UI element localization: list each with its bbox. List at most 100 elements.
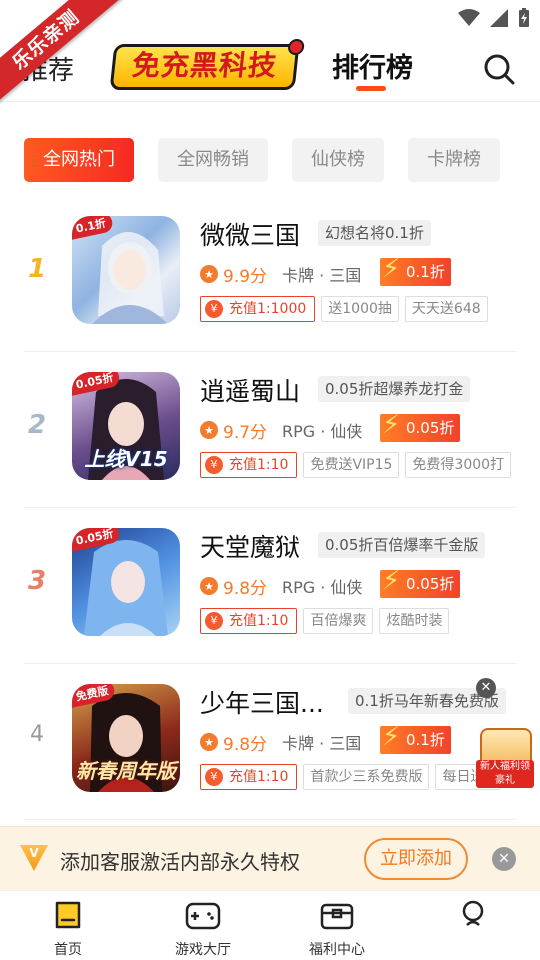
nav-welfare-center[interactable]: 福利中心: [292, 897, 382, 959]
nav-label: 福利中心: [309, 942, 365, 958]
rating-score: 9.8分: [223, 734, 268, 755]
game-genre: RPG · 仙侠: [282, 422, 363, 441]
star-icon: ★: [200, 733, 218, 751]
recharge-ratio-tag: ¥ 充值1:10: [200, 608, 298, 634]
recharge-text: 充值1:1000: [229, 301, 307, 317]
rank-number: 1: [27, 254, 47, 284]
recharge-text: 充值1:10: [229, 769, 289, 785]
service-banner: V 添加客服激活内部永久特权 立即添加 ✕: [0, 826, 540, 890]
game-genre: 卡牌 · 三国: [282, 266, 362, 285]
star-icon: ★: [200, 421, 218, 439]
bottom-navigation: 首页 游戏大厅 福利中心: [0, 890, 540, 960]
game-icon[interactable]: 0.05折: [72, 528, 180, 636]
tag-list: ¥ 充值1:10 百倍爆爽 炫酷时装: [200, 608, 450, 634]
feature-tag: 炫酷时装: [379, 608, 450, 634]
game-title: 天堂魔狱: [200, 533, 301, 562]
feature-tag: 送1000抽: [321, 296, 399, 322]
rank-number: 2: [27, 410, 47, 440]
vip-v-icon: V: [20, 845, 48, 871]
nav-label: 游戏大厅: [175, 942, 231, 958]
star-icon: ★: [200, 265, 218, 283]
game-icon[interactable]: 0.1折: [72, 216, 180, 324]
nav-home[interactable]: 首页: [23, 897, 113, 959]
ranking-filter-chips: 全网热门 全网畅销 仙侠榜 卡牌榜: [24, 138, 500, 182]
chip-hot[interactable]: 全网热门: [24, 138, 134, 182]
corner-ribbon: 乐乐亲测: [0, 0, 150, 110]
game-row[interactable]: 4 免费版 新春周年版 少年三国... 0.1折马年新春免费版 ★ 9.8分 卡…: [24, 664, 516, 820]
discount-badge: ⚡ 0.05折: [380, 410, 461, 442]
rank-number: 3: [27, 566, 47, 596]
banner-text: 添加客服激活内部永久特权: [60, 850, 300, 874]
game-row[interactable]: 2 0.05折 上线V15 逍遥蜀山 0.05折超爆养龙打金 ★ 9.7分 RP…: [24, 352, 516, 508]
profile-icon: [462, 900, 484, 926]
lightning-icon: ⚡: [382, 254, 401, 284]
nav-game-hall[interactable]: 游戏大厅: [158, 897, 248, 959]
lightning-icon: ⚡: [382, 566, 401, 596]
tag-list: ¥ 充值1:10 免费送VIP15 免费得3000打: [200, 452, 512, 478]
discount-badge: ⚡ 0.1折: [380, 722, 451, 754]
chip-card[interactable]: 卡牌榜: [408, 138, 500, 182]
feature-tag: 百倍爆爽: [303, 608, 374, 634]
rating: ★ 9.9分: [200, 262, 268, 287]
promo-label: 0.05折超爆养龙打金: [318, 376, 471, 402]
home-icon: [55, 901, 81, 929]
gift-box-icon: [320, 903, 354, 930]
wifi-icon: [458, 9, 480, 26]
promo-label: 幻想名将0.1折: [318, 220, 431, 246]
rating-score: 9.9分: [223, 266, 268, 287]
lightning-icon: ⚡: [382, 722, 401, 752]
rating: ★ 9.8分: [200, 730, 268, 755]
recharge-ratio-tag: ¥ 充值1:10: [200, 452, 298, 478]
chip-bestselling[interactable]: 全网畅销: [158, 138, 268, 182]
nav-profile[interactable]: [428, 897, 518, 939]
rating: ★ 9.7分: [200, 418, 268, 443]
rating-score: 9.8分: [223, 578, 268, 599]
promo-label: 0.05折百倍爆率千金版: [318, 532, 486, 558]
yuan-icon: ¥: [205, 456, 223, 474]
chip-xianxia[interactable]: 仙侠榜: [292, 138, 384, 182]
gamepad-icon: [185, 902, 221, 930]
thumb-caption: 上线V15: [84, 447, 168, 471]
game-title: 微微三国: [200, 221, 301, 250]
feature-tag: 免费得3000打: [405, 452, 512, 478]
yuan-icon: ¥: [205, 768, 223, 786]
lightning-icon: ⚡: [382, 410, 401, 440]
game-icon[interactable]: 0.05折 上线V15: [72, 372, 180, 480]
discount-text: 0.1折: [406, 731, 445, 749]
game-icon[interactable]: 免费版 新春周年版: [72, 684, 180, 792]
close-float-widget-icon[interactable]: ✕: [476, 678, 496, 698]
close-banner-icon[interactable]: ✕: [492, 847, 516, 871]
rank-number: 4: [30, 722, 44, 747]
nav-label: 首页: [54, 942, 82, 958]
game-title: 逍遥蜀山: [200, 377, 301, 406]
search-icon[interactable]: [482, 52, 516, 86]
game-row[interactable]: 1 0.1折 微微三国 幻想名将0.1折 ★ 9.9分 卡牌 · 三国 ⚡ 0.…: [24, 196, 516, 352]
game-row[interactable]: 3 0.05折 天堂魔狱 0.05折百倍爆率千金版 ★ 9.8分 RPG · 仙…: [24, 508, 516, 664]
recharge-text: 充值1:10: [229, 613, 289, 629]
tab-ranking[interactable]: 排行榜: [332, 46, 413, 85]
logo-text: 免充黑科技: [130, 49, 279, 82]
signal-icon: [490, 9, 508, 27]
game-genre: RPG · 仙侠: [282, 578, 363, 597]
logo-dot: [287, 39, 305, 55]
rating-score: 9.7分: [223, 422, 268, 443]
discount-badge: ⚡ 0.05折: [380, 566, 461, 598]
discount-text: 0.1折: [406, 263, 445, 281]
ribbon-text: 乐乐亲测: [0, 0, 126, 110]
tag-list: ¥ 充值1:10 首款少三系免费版 每日送6: [200, 764, 501, 790]
discount-text: 0.05折: [406, 575, 455, 593]
status-icons: [458, 8, 530, 28]
star-icon: ★: [200, 577, 218, 595]
screen: 乐乐亲测 推荐 免充黑科技 排行榜 全网热门 全网畅销 仙侠榜 卡牌榜 1 0.…: [0, 0, 540, 960]
add-now-button[interactable]: 立即添加: [364, 838, 468, 880]
feature-tag: 免费送VIP15: [303, 452, 400, 478]
active-tab-indicator: [356, 86, 386, 91]
discount-text: 0.05折: [406, 419, 455, 437]
recharge-ratio-tag: ¥ 充值1:1000: [200, 296, 316, 322]
newbie-gift-widget[interactable]: 新人福利领豪礼: [476, 718, 534, 788]
recharge-text: 充值1:10: [229, 457, 289, 473]
battery-icon: [519, 8, 529, 27]
tag-list: ¥ 充值1:1000 送1000抽 天天送648: [200, 296, 488, 322]
gift-widget-label: 新人福利领豪礼: [476, 760, 534, 788]
recharge-ratio-tag: ¥ 充值1:10: [200, 764, 298, 790]
